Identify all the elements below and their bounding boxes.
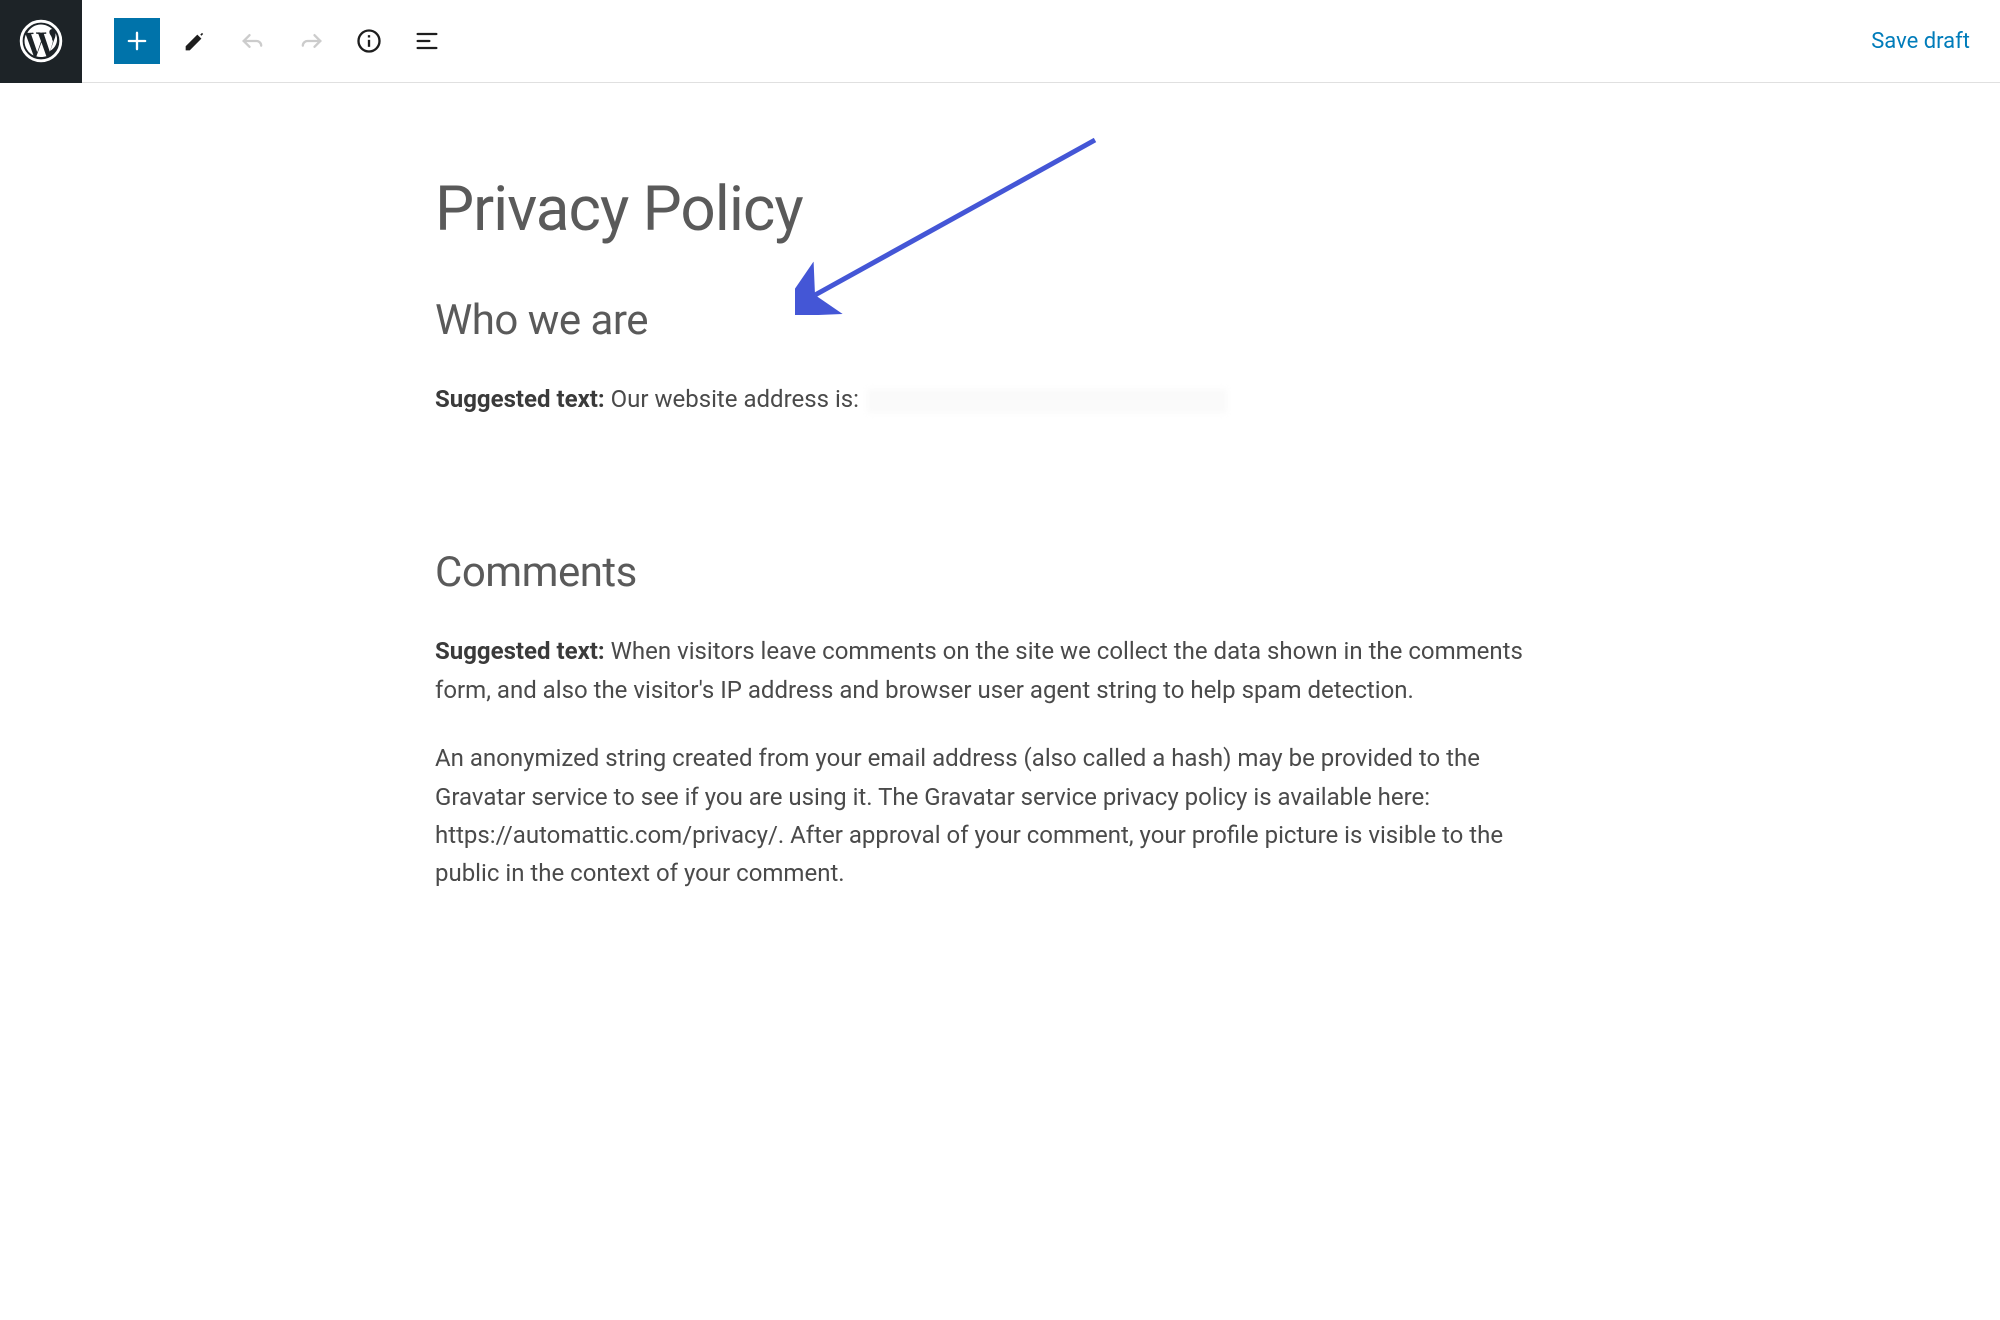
list-view-icon (413, 27, 441, 55)
redo-button[interactable] (288, 18, 334, 64)
paragraph-comments-gravatar[interactable]: An anonymized string created from your e… (435, 739, 1565, 893)
redo-icon (297, 27, 325, 55)
page-title[interactable]: Privacy Policy (435, 173, 1565, 246)
toolbar-right-group: Save draft (1871, 29, 2000, 54)
paragraph-suggested-who-we-are[interactable]: Suggested text: Our website address is: (435, 380, 1565, 418)
editor-toolbar: Save draft (0, 0, 2000, 83)
suggested-text-body: Our website address is: (611, 385, 859, 413)
toolbar-left-group (82, 18, 450, 64)
suggested-text-label: Suggested text: (435, 637, 611, 665)
editor-canvas[interactable]: Privacy Policy Who we are Suggested text… (435, 83, 1565, 963)
wordpress-icon (19, 19, 63, 63)
tools-button[interactable] (172, 18, 218, 64)
info-icon (355, 27, 383, 55)
undo-icon (239, 27, 267, 55)
section-spacer (435, 448, 1565, 548)
plus-icon (123, 27, 151, 55)
wordpress-logo-button[interactable] (0, 0, 82, 83)
suggested-text-label: Suggested text: (435, 385, 611, 413)
section-heading-comments[interactable]: Comments (435, 548, 1565, 597)
undo-button[interactable] (230, 18, 276, 64)
outline-button[interactable] (404, 18, 450, 64)
details-button[interactable] (346, 18, 392, 64)
save-draft-button[interactable]: Save draft (1871, 29, 1970, 54)
paragraph-suggested-comments[interactable]: Suggested text: When visitors leave comm… (435, 632, 1565, 709)
section-heading-who-we-are[interactable]: Who we are (435, 296, 1565, 345)
pencil-icon (181, 27, 209, 55)
redacted-url (867, 389, 1227, 413)
add-block-button[interactable] (114, 18, 160, 64)
